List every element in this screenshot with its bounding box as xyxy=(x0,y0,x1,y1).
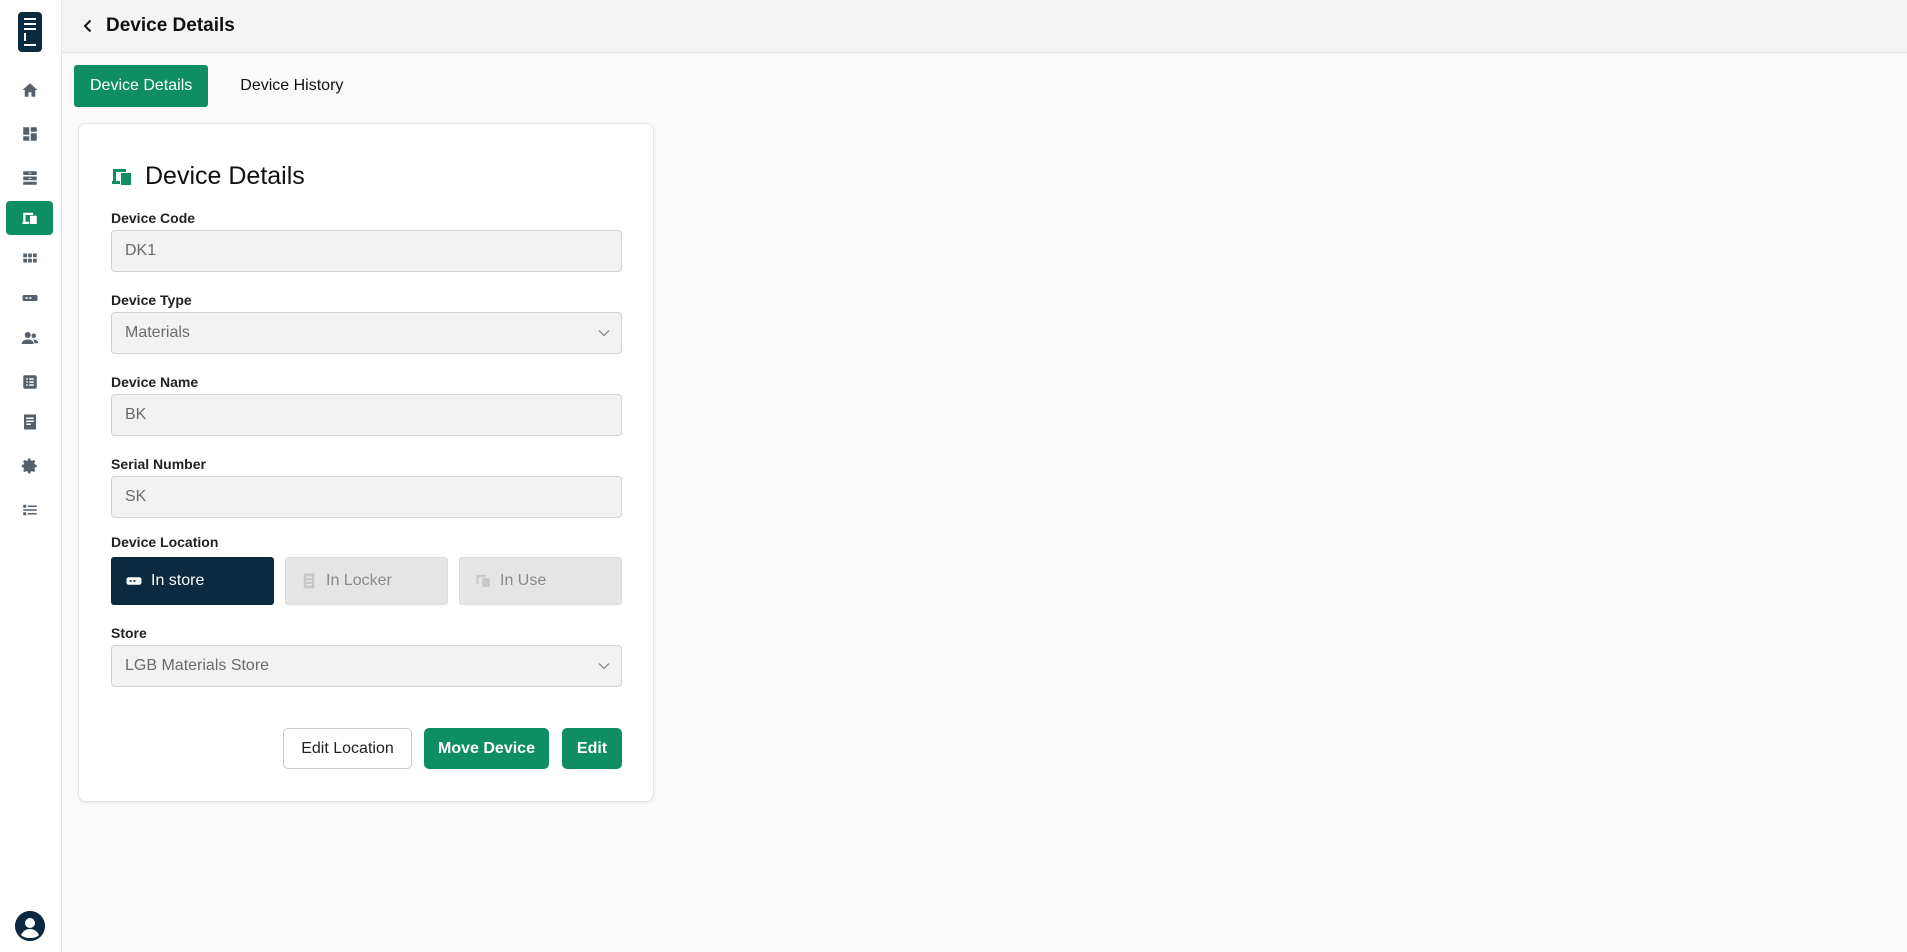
app-logo[interactable] xyxy=(18,12,42,52)
device-code-value: DK1 xyxy=(125,242,157,259)
device-location-label: Device Location xyxy=(111,534,219,550)
sidebar xyxy=(0,0,62,952)
device-name-value: BK xyxy=(125,406,147,423)
serial-number-label: Serial Number xyxy=(111,456,206,472)
grid-icon[interactable] xyxy=(6,241,53,275)
settings-icon[interactable] xyxy=(6,449,53,483)
edit-button[interactable]: Edit xyxy=(562,728,622,769)
user-avatar-icon[interactable] xyxy=(15,911,45,941)
move-device-button[interactable]: Move Device xyxy=(424,728,549,769)
edit-location-button[interactable]: Edit Location xyxy=(283,728,412,769)
device-type-select[interactable]: Materials xyxy=(111,312,622,354)
location-in-locker-label: In Locker xyxy=(326,572,392,589)
store-label: Store xyxy=(111,625,147,641)
top-bar: Device Details xyxy=(62,0,1907,53)
device-type-label: Device Type xyxy=(111,292,192,308)
location-in-store-button[interactable]: In store xyxy=(111,557,274,605)
device-details-card: Device Details Device Code DK1 Device Ty… xyxy=(78,123,654,802)
back-arrow-icon[interactable] xyxy=(78,16,98,36)
card-title: Device Details xyxy=(145,162,305,190)
chevron-down-icon xyxy=(598,330,610,337)
device-type-value: Materials xyxy=(125,324,190,341)
tab-device-history[interactable]: Device History xyxy=(224,65,359,107)
chevron-down-icon xyxy=(598,663,610,670)
devices-icon[interactable] xyxy=(6,201,53,235)
store-value: LGB Materials Store xyxy=(125,657,270,674)
report-icon[interactable] xyxy=(6,405,53,439)
locker-icon xyxy=(303,573,315,589)
locker-icon[interactable] xyxy=(6,161,53,195)
list-icon[interactable] xyxy=(6,365,53,399)
tab-bar: Device Details Device History xyxy=(74,65,359,107)
location-in-locker-button[interactable]: In Locker xyxy=(285,557,448,605)
location-in-use-label: In Use xyxy=(500,572,547,589)
store-select[interactable]: LGB Materials Store xyxy=(111,645,622,687)
devices-icon xyxy=(476,575,490,587)
device-code-field[interactable]: DK1 xyxy=(111,230,622,272)
device-name-field[interactable]: BK xyxy=(111,394,622,436)
serial-number-field[interactable]: SK xyxy=(111,476,622,518)
home-icon[interactable] xyxy=(6,73,53,107)
location-in-use-button[interactable]: In Use xyxy=(459,557,622,605)
devices-icon xyxy=(112,168,131,185)
checklist-icon[interactable] xyxy=(6,493,53,527)
store-icon xyxy=(126,577,142,585)
location-in-store-label: In store xyxy=(151,572,205,589)
tab-device-details[interactable]: Device Details xyxy=(74,65,209,107)
page-title: Device Details xyxy=(106,15,235,36)
device-name-label: Device Name xyxy=(111,374,199,390)
serial-number-value: SK xyxy=(125,488,147,505)
device-code-label: Device Code xyxy=(111,210,196,226)
users-icon[interactable] xyxy=(6,321,53,355)
dashboard-icon[interactable] xyxy=(6,117,53,151)
card-header: Device Details xyxy=(111,162,305,191)
store-icon[interactable] xyxy=(6,281,53,315)
